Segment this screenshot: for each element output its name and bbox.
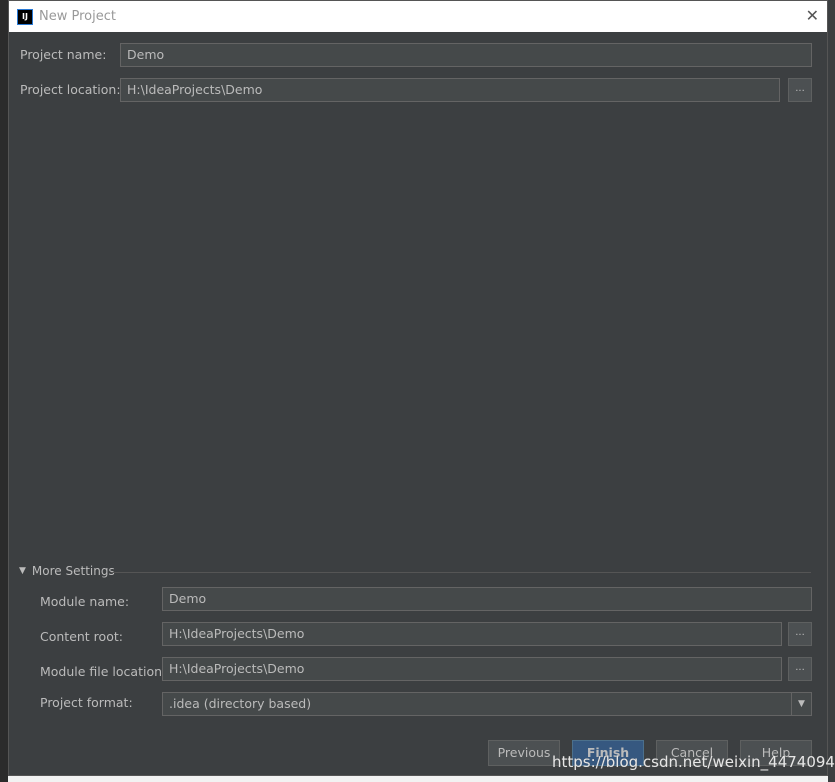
background-window-right xyxy=(828,0,835,782)
module-name-label: Module name: xyxy=(40,594,130,609)
new-project-dialog: IJ New Project ✕ Project name: Demo Proj… xyxy=(8,0,828,776)
project-location-label: Project location: xyxy=(20,82,121,97)
project-name-input[interactable]: Demo xyxy=(120,43,812,67)
browse-content-root-button[interactable]: ... xyxy=(788,622,812,646)
project-format-select[interactable]: .idea (directory based) ▼ xyxy=(162,692,812,716)
content-root-input[interactable]: H:\IdeaProjects\Demo xyxy=(162,622,782,646)
more-settings-toggle[interactable]: ▼ More Settings xyxy=(19,564,115,578)
close-icon[interactable]: ✕ xyxy=(806,6,819,25)
title-bar: IJ New Project ✕ xyxy=(9,1,827,32)
module-file-label: Module file location: xyxy=(40,664,167,679)
chevron-down-icon: ▼ xyxy=(791,693,811,715)
project-location-input[interactable]: H:\IdeaProjects\Demo xyxy=(120,78,780,102)
watermark: https://blog.csdn.net/weixin_44740943 xyxy=(552,753,835,771)
project-format-label: Project format: xyxy=(40,695,133,710)
triangle-down-icon: ▼ xyxy=(19,566,26,576)
intellij-logo-icon: IJ xyxy=(17,8,33,25)
background-window xyxy=(0,0,8,782)
module-file-input[interactable]: H:\IdeaProjects\Demo xyxy=(162,657,782,681)
project-format-value: .idea (directory based) xyxy=(169,696,312,711)
browse-module-file-button[interactable]: ... xyxy=(788,657,812,681)
divider xyxy=(111,572,811,573)
previous-button[interactable]: Previous xyxy=(488,740,560,766)
window-title: New Project xyxy=(39,9,116,24)
module-name-input[interactable]: Demo xyxy=(162,587,812,611)
project-name-label: Project name: xyxy=(20,47,107,62)
more-settings-label: More Settings xyxy=(31,564,115,578)
content-root-label: Content root: xyxy=(40,629,123,644)
browse-location-button[interactable]: ... xyxy=(788,78,812,102)
